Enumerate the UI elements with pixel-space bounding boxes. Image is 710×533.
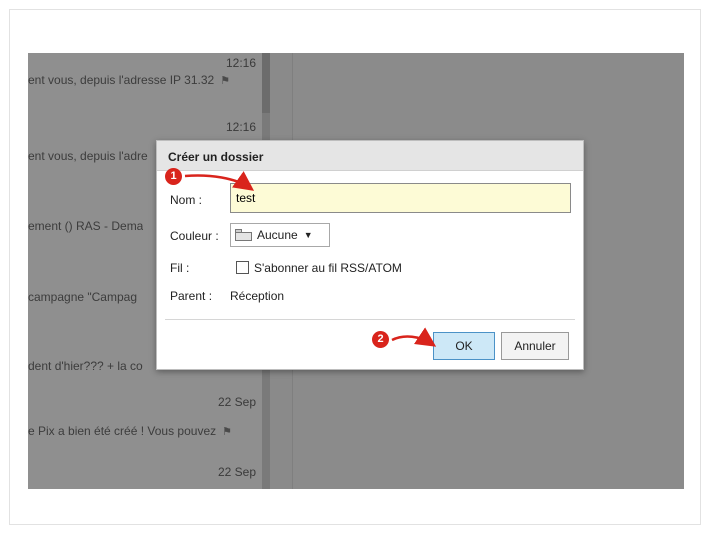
step-2-arrow xyxy=(391,327,437,347)
step-1-arrow xyxy=(184,171,255,191)
annotation-arrows xyxy=(184,171,437,347)
